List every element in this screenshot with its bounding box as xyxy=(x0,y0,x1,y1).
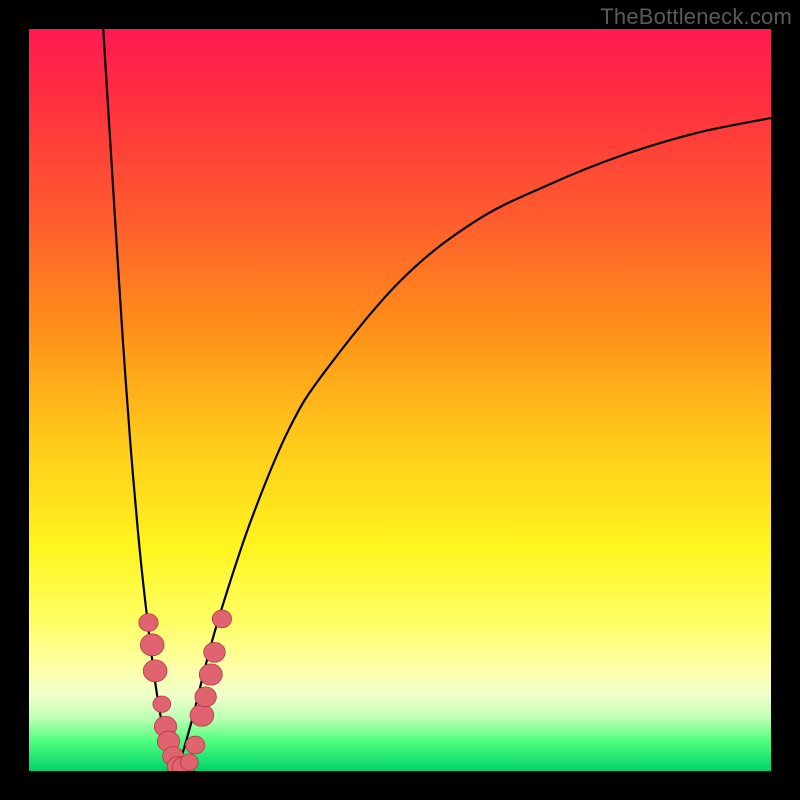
bead-point xyxy=(199,664,222,685)
watermark-text: TheBottleneck.com xyxy=(600,4,792,30)
chart-frame: TheBottleneck.com xyxy=(0,0,800,800)
curve-left-branch xyxy=(103,29,177,771)
bead-point xyxy=(190,704,214,726)
bead-point xyxy=(212,610,231,628)
plot-area xyxy=(29,29,771,771)
bead-point xyxy=(143,660,167,682)
bead-point xyxy=(139,614,158,632)
bead-point xyxy=(204,642,226,662)
curve-right-branch xyxy=(177,118,771,771)
bead-point xyxy=(180,754,198,770)
bead-point xyxy=(195,687,217,707)
bead-point xyxy=(186,736,205,754)
bead-point xyxy=(140,634,164,656)
curve-layer xyxy=(29,29,771,771)
bead-point xyxy=(153,696,171,712)
